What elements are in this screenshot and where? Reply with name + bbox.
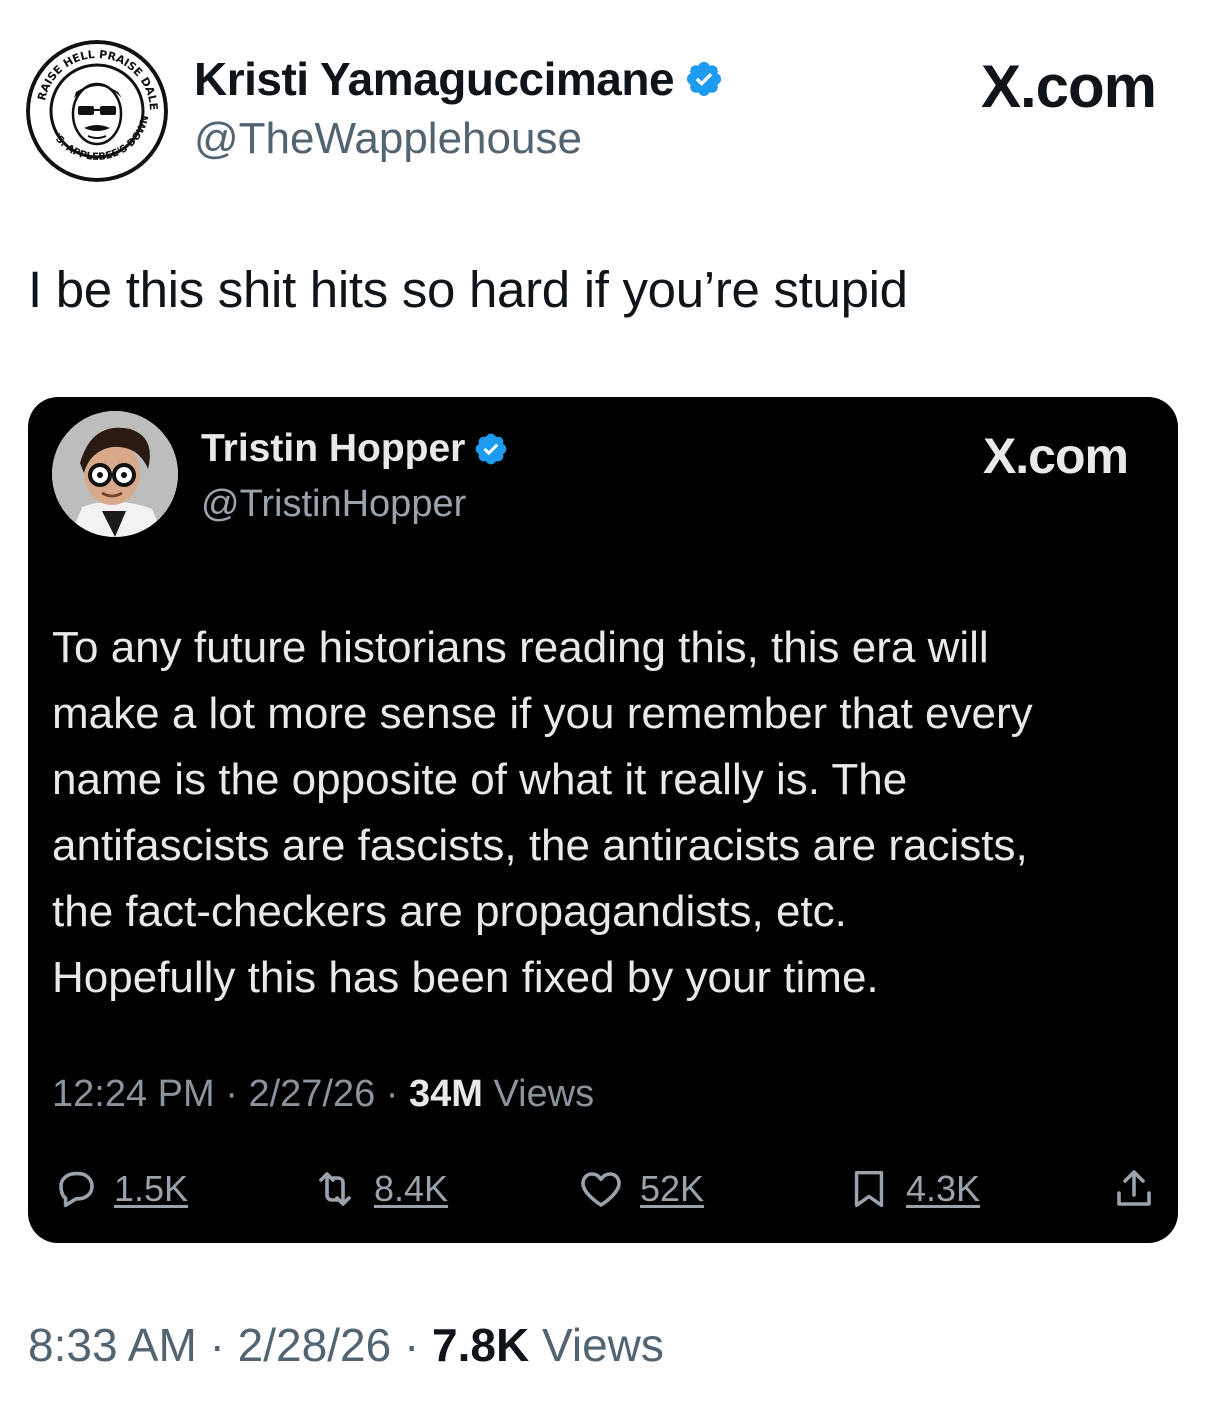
quoted-tweet-text: To any future historians reading this, t…: [52, 615, 1162, 1011]
quoted-text-line: antifascists are fascists, the antiracis…: [52, 821, 1028, 870]
bookmark-button[interactable]: 4.3K: [846, 1162, 980, 1216]
bookmark-count: 4.3K: [906, 1168, 981, 1209]
tweet-views-label: Views: [542, 1319, 664, 1371]
verified-badge-icon: [686, 61, 722, 97]
tweet-screenshot: RAISE HELL PRAISE DALE. BURN 'S. APPLEBE…: [0, 0, 1206, 1408]
quoted-author-name[interactable]: Tristin Hopper: [201, 427, 465, 471]
author-name-row[interactable]: Kristi Yamaguccimane: [194, 52, 724, 106]
tweet-date[interactable]: 2/28/26: [238, 1319, 391, 1371]
quoted-author-handle[interactable]: @TristinHopper: [201, 483, 466, 526]
reply-count: 1.5K: [114, 1168, 189, 1209]
quoted-action-bar: 1.5K 8.4K 52K 4.3K: [52, 1162, 1162, 1216]
meta-separator: ·: [385, 1073, 399, 1115]
quoted-text-line: the fact-checkers are propagandists, etc…: [52, 887, 847, 936]
tweet-views-count: 7.8K: [432, 1319, 530, 1371]
meta-separator: ·: [403, 1319, 420, 1371]
tweet-text: I be this shit hits so hard if you’re st…: [28, 261, 908, 318]
repost-count: 8.4K: [374, 1168, 449, 1209]
author-name[interactable]: Kristi Yamaguccimane: [194, 52, 675, 106]
meta-separator: ·: [209, 1319, 225, 1371]
quoted-time[interactable]: 12:24 PM: [52, 1073, 215, 1115]
quoted-tweet-meta: 12:24 PM · 2/27/26 · 34M Views: [52, 1073, 594, 1116]
reply-button[interactable]: 1.5K: [52, 1162, 188, 1216]
quoted-site-label: X.com: [982, 428, 1129, 484]
heart-icon: [581, 1172, 621, 1207]
share-button[interactable]: [1110, 1162, 1158, 1216]
quoted-text-line: make a lot more sense if you remember th…: [52, 689, 1033, 738]
repost-button[interactable]: 8.4K: [310, 1162, 448, 1216]
repost-icon: [319, 1172, 351, 1206]
quoted-date[interactable]: 2/27/26: [248, 1073, 375, 1115]
bookmark-icon: [854, 1170, 884, 1208]
wapplehouse-seal-icon: RAISE HELL PRAISE DALE. BURN 'S. APPLEBE…: [26, 40, 168, 182]
tweet-time[interactable]: 8:33 AM: [28, 1319, 197, 1371]
verified-badge-icon: [475, 433, 507, 465]
author-avatar[interactable]: RAISE HELL PRAISE DALE. BURN 'S. APPLEBE…: [26, 40, 168, 182]
like-button[interactable]: 52K: [576, 1162, 704, 1216]
quoted-views-label: Views: [493, 1073, 595, 1115]
site-label: X.com: [980, 53, 1157, 120]
meta-separator: ·: [225, 1073, 238, 1115]
quoted-author-name-row[interactable]: Tristin Hopper: [201, 427, 509, 471]
quoted-views-count: 34M: [409, 1073, 483, 1115]
quoted-author-avatar[interactable]: [52, 411, 178, 537]
quoted-tweet-screenshot[interactable]: Tristin Hopper @TristinHopper X.com To a…: [28, 397, 1178, 1243]
like-count: 52K: [640, 1168, 705, 1209]
quoted-text-line: name is the opposite of what it really i…: [52, 755, 908, 804]
person-with-glasses-icon: [52, 411, 178, 537]
share-icon: [1117, 1170, 1151, 1206]
author-handle[interactable]: @TheWapplehouse: [194, 114, 582, 164]
quoted-text-line: Hopefully this has been fixed by your ti…: [52, 953, 879, 1002]
quoted-text-line: To any future historians reading this, t…: [52, 623, 989, 672]
tweet-meta: 8:33 AM · 2/28/26 · 7.8K Views: [28, 1318, 664, 1372]
reply-icon: [59, 1171, 94, 1208]
